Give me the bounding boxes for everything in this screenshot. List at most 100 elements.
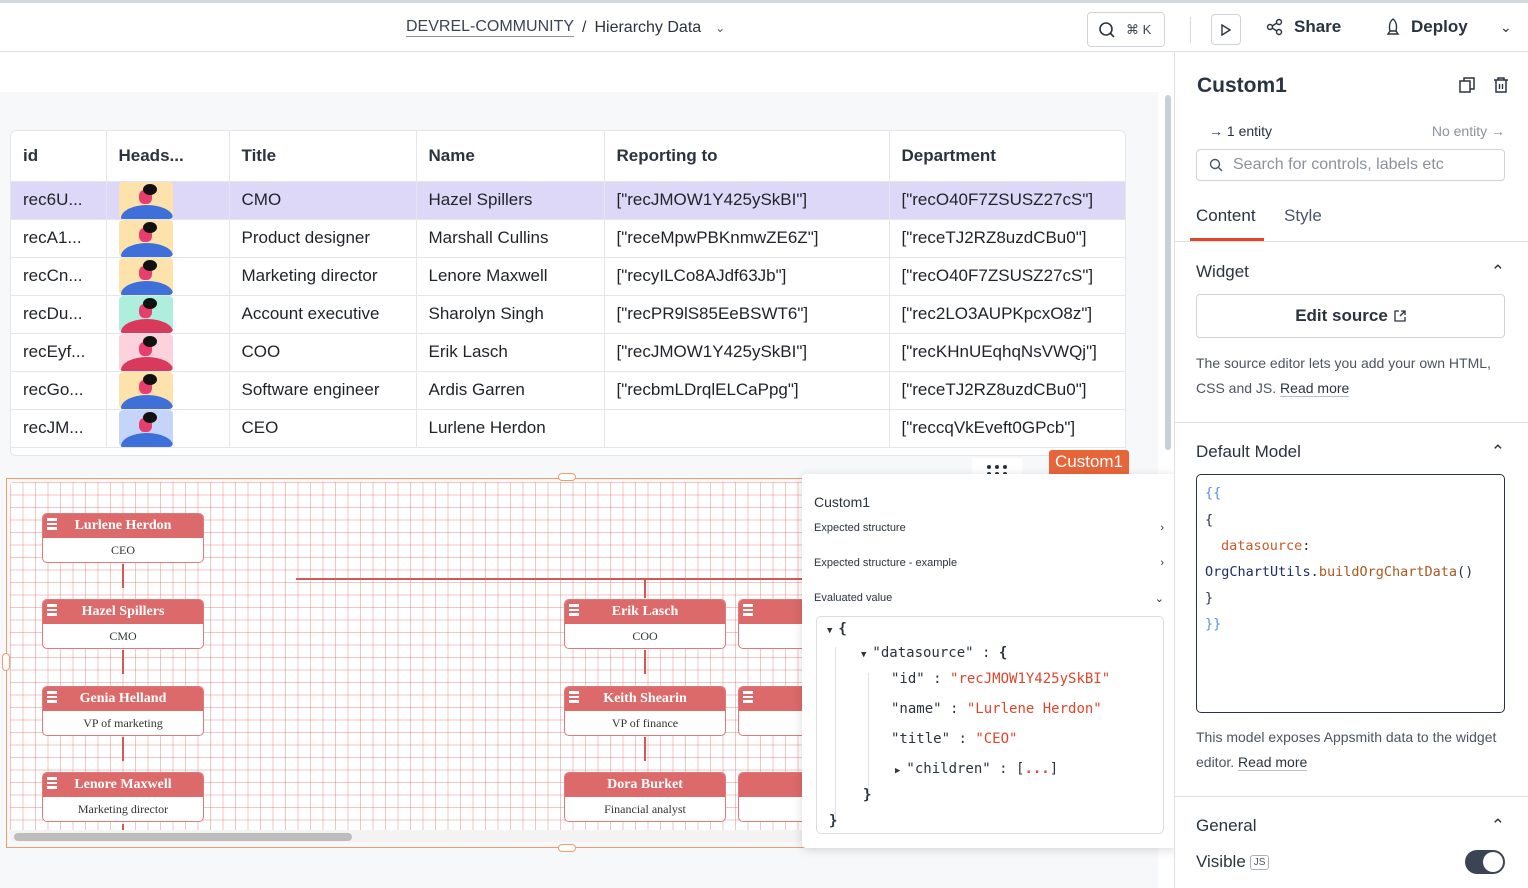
cell-title[interactable]: CEO <box>229 409 417 448</box>
preview-button[interactable] <box>1211 14 1241 45</box>
property-search-input[interactable]: Search for controls, labels etc <box>1196 149 1505 181</box>
org-chart-node[interactable]: Genia Helland VP of marketing <box>42 686 204 736</box>
cell-department[interactable]: ["rec2LO3AUPKpcxO8z"] <box>889 295 1125 334</box>
cell-reporting-to[interactable]: ["recbmLDrqlELCaPpg"] <box>604 371 890 410</box>
widget-section-header[interactable]: Widget ⌃ <box>1196 262 1505 282</box>
general-section-header[interactable]: General ⌃ <box>1196 816 1505 836</box>
column-header-title[interactable]: Title <box>229 131 417 182</box>
cell-headshot[interactable] <box>106 295 230 334</box>
cell-department[interactable]: ["recO40F7ZSUSZ27cS"] <box>889 181 1125 220</box>
cell-title[interactable]: CMO <box>229 181 417 220</box>
default-model-editor[interactable]: {{ { datasource: OrgChartUtils.buildOrgC… <box>1196 474 1505 713</box>
cell-name[interactable]: Marshall Cullins <box>416 219 605 258</box>
org-chart-node[interactable]: Lore <box>738 599 805 649</box>
collapse-triangle-icon[interactable]: ▼ <box>861 650 866 660</box>
js-toggle-button[interactable]: JS <box>1249 855 1270 871</box>
delete-icon[interactable] <box>1492 76 1510 94</box>
cell-id[interactable]: recJM... <box>11 409 107 448</box>
cell-id[interactable]: rec6U... <box>11 181 107 220</box>
expand-triangle-icon[interactable]: ▶ <box>895 766 900 776</box>
column-header-id[interactable]: id <box>11 131 107 182</box>
resize-handle-top[interactable] <box>558 473 576 481</box>
column-header-reporting-to[interactable]: Reporting to <box>604 131 890 182</box>
cell-headshot[interactable] <box>106 181 230 220</box>
node-menu-icon[interactable] <box>743 604 753 618</box>
expected-structure-row[interactable]: Expected structure › <box>814 522 1164 534</box>
node-menu-icon[interactable] <box>743 691 753 705</box>
cell-headshot[interactable] <box>106 257 230 296</box>
table-row[interactable]: recDu... Account executive Sharolyn Singh [… <box>11 295 1125 334</box>
read-more-link[interactable]: Read more <box>1280 380 1350 397</box>
cell-title[interactable]: Account executive <box>229 295 417 334</box>
org-chart-node[interactable]: Lurlene Herdon CEO <box>42 513 204 563</box>
node-menu-icon[interactable] <box>47 518 57 532</box>
entity-forward-link[interactable]: No entity → <box>1432 123 1505 139</box>
read-more-link[interactable]: Read more <box>1238 754 1308 771</box>
table-row[interactable]: recGo... Software engineer Ardis Garren ["r… <box>11 371 1125 410</box>
org-chart-node[interactable]: Lenore Maxwell Marketing director <box>42 772 204 822</box>
json-collapsed-array[interactable]: ... <box>1024 761 1049 777</box>
cell-headshot[interactable] <box>106 219 230 258</box>
table-row[interactable]: recJM... CEO Lurlene Herdon ["reccqVkEveft0… <box>11 409 1125 448</box>
cell-headshot[interactable] <box>106 409 230 448</box>
cell-title[interactable]: COO <box>229 333 417 372</box>
cell-name[interactable]: Hazel Spillers <box>416 181 605 220</box>
entity-back-link[interactable]: → 1 entity <box>1209 123 1272 139</box>
resize-handle-bottom[interactable] <box>558 844 576 852</box>
node-menu-icon[interactable] <box>569 691 579 705</box>
node-menu-icon[interactable] <box>47 604 57 618</box>
cell-reporting-to[interactable] <box>604 409 890 448</box>
workspace-link[interactable]: DEVREL-COMMUNITY <box>406 18 575 37</box>
cell-reporting-to[interactable]: ["recJMOW1Y425ySkBI"] <box>604 181 890 220</box>
org-chart-scrollbar-thumb[interactable] <box>14 833 352 841</box>
cell-title[interactable]: Product designer <box>229 219 417 258</box>
default-model-section-header[interactable]: Default Model ⌃ <box>1196 442 1505 462</box>
column-header-name[interactable]: Name <box>416 131 605 182</box>
cell-id[interactable]: recGo... <box>11 371 107 410</box>
table-row[interactable]: rec6U... CMO Hazel Spillers ["recJMOW1Y425y… <box>11 181 1125 220</box>
evaluated-value-row[interactable]: Evaluated value ⌄ <box>814 592 1164 605</box>
chevron-down-icon[interactable]: ⌄ <box>715 21 725 35</box>
org-chart-node[interactable]: Keith Shearin VP of finance <box>564 686 726 736</box>
deploy-button[interactable]: Deploy <box>1385 17 1468 37</box>
cell-headshot[interactable] <box>106 333 230 372</box>
visible-toggle[interactable] <box>1465 850 1505 874</box>
expected-structure-example-row[interactable]: Expected structure - example › <box>814 557 1164 569</box>
column-header-department[interactable]: Department <box>889 131 1125 182</box>
cell-name[interactable]: Erik Lasch <box>416 333 605 372</box>
org-chart-node[interactable]: Dora Burket Financial analyst <box>564 772 726 822</box>
cell-reporting-to[interactable]: ["receMpwPBKnmwZE6Z"] <box>604 219 890 258</box>
cell-department[interactable]: ["reccqVkEveft0GPcb"] <box>889 409 1125 448</box>
cell-title[interactable]: Software engineer <box>229 371 417 410</box>
tab-content[interactable]: Content <box>1196 206 1256 226</box>
search-button[interactable]: ⌘ K <box>1087 12 1165 47</box>
cell-name[interactable]: Ardis Garren <box>416 371 605 410</box>
cell-department[interactable]: ["receTJ2RZ8uzdCBu0"] <box>889 219 1125 258</box>
cell-reporting-to[interactable]: ["recJMOW1Y425ySkBI"] <box>604 333 890 372</box>
cell-title[interactable]: Marketing director <box>229 257 417 296</box>
org-chart-node[interactable]: TaVP of <box>738 686 805 736</box>
cell-headshot[interactable] <box>106 371 230 410</box>
cell-name[interactable]: Sharolyn Singh <box>416 295 605 334</box>
app-name[interactable]: Hierarchy Data <box>594 19 701 37</box>
canvas-scrollbar[interactable] <box>1165 95 1171 450</box>
copy-icon[interactable] <box>1458 76 1476 94</box>
table-row[interactable]: recEyf... COO Erik Lasch ["recJMOW1Y425ySkB… <box>11 333 1125 372</box>
cell-name[interactable]: Lurlene Herdon <box>416 409 605 448</box>
deploy-options-chevron-icon[interactable]: ⌄ <box>1500 19 1512 36</box>
collapse-triangle-icon[interactable]: ▼ <box>827 626 832 636</box>
node-menu-icon[interactable] <box>569 604 579 618</box>
resize-handle-left[interactable] <box>2 653 10 671</box>
share-button[interactable]: Share <box>1266 17 1341 37</box>
org-chart[interactable]: Lurlene Herdon CEO Hazel Spillers CMO Genia … <box>10 482 805 842</box>
table-row[interactable]: recA1... Product designer Marshall Cullins… <box>11 219 1125 258</box>
cell-id[interactable]: recDu... <box>11 295 107 334</box>
cell-id[interactable]: recEyf... <box>11 333 107 372</box>
column-header-headshot[interactable]: Heads... <box>106 131 230 182</box>
org-chart-node[interactable]: ArdSoftw <box>738 772 805 822</box>
cell-id[interactable]: recA1... <box>11 219 107 258</box>
cell-id[interactable]: recCn... <box>11 257 107 296</box>
cell-reporting-to[interactable]: ["recyILCo8AJdf63Jb"] <box>604 257 890 296</box>
org-chart-node[interactable]: Erik Lasch COO <box>564 599 726 649</box>
widget-title[interactable]: Custom1 <box>1197 74 1287 98</box>
